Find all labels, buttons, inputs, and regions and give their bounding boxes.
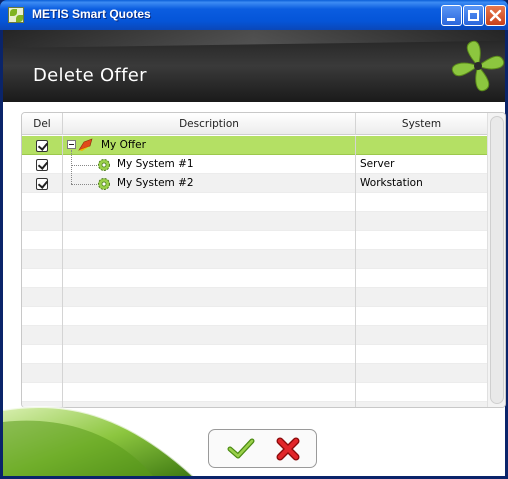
app-window: METIS Smart Quotes Delete Offer Del Desc… xyxy=(0,0,508,479)
empty-row xyxy=(22,383,487,402)
window-title: METIS Smart Quotes xyxy=(32,7,151,21)
table-row[interactable]: My System #1 Server xyxy=(22,150,487,174)
delete-checkbox[interactable] xyxy=(36,140,48,152)
decorative-swoosh xyxy=(3,405,194,476)
minimize-button[interactable] xyxy=(441,5,462,26)
offer-folder-icon xyxy=(78,138,93,151)
cancel-button[interactable] xyxy=(274,436,302,462)
dialog-body: Del Description System My Offer My Syste… xyxy=(3,102,506,476)
offer-grid: Del Description System My Offer My Syste… xyxy=(21,112,506,408)
tree-item-label: My System #2 xyxy=(117,177,194,189)
scrollbar-thumb[interactable] xyxy=(490,116,504,404)
column-header-system[interactable]: System xyxy=(356,113,487,135)
system-cell: Server xyxy=(360,158,395,170)
column-header-description[interactable]: Description xyxy=(63,113,356,135)
empty-row xyxy=(22,307,487,326)
system-gear-icon xyxy=(98,159,110,171)
empty-row xyxy=(22,250,487,269)
table-row[interactable]: My Offer xyxy=(22,136,487,155)
confirm-button[interactable] xyxy=(227,436,255,462)
empty-row xyxy=(22,193,487,212)
empty-row xyxy=(22,364,487,383)
x-icon xyxy=(276,437,300,461)
empty-row xyxy=(22,231,487,250)
maximize-icon xyxy=(468,10,479,21)
page-title: Delete Offer xyxy=(33,65,147,86)
vertical-scrollbar[interactable] xyxy=(487,113,505,407)
collapse-toggle[interactable] xyxy=(67,140,76,149)
tree-item-label: My System #1 xyxy=(117,158,194,170)
action-button-group xyxy=(208,429,317,468)
grid-header: Del Description System xyxy=(22,113,487,135)
close-button[interactable] xyxy=(485,5,506,26)
table-row[interactable]: My System #2 Workstation xyxy=(22,169,487,193)
maximize-button[interactable] xyxy=(463,5,484,26)
empty-row xyxy=(22,345,487,364)
empty-row xyxy=(22,269,487,288)
empty-row xyxy=(22,326,487,345)
empty-row xyxy=(22,288,487,307)
system-cell xyxy=(356,136,487,155)
close-icon xyxy=(489,9,502,22)
titlebar[interactable]: METIS Smart Quotes xyxy=(0,0,508,30)
system-cell: Workstation xyxy=(360,177,423,189)
app-icon[interactable] xyxy=(8,7,24,23)
column-header-del[interactable]: Del xyxy=(22,113,63,135)
system-gear-icon xyxy=(98,178,110,190)
checkmark-icon xyxy=(227,438,255,459)
empty-row xyxy=(22,212,487,231)
minimize-icon xyxy=(447,18,455,21)
tree-item-label: My Offer xyxy=(101,139,146,151)
metis-logo-icon xyxy=(451,40,505,92)
delete-checkbox[interactable] xyxy=(36,159,48,171)
delete-checkbox[interactable] xyxy=(36,178,48,190)
page-header: Delete Offer xyxy=(3,30,505,102)
grid-rows: My Offer My System #1 Server My System #… xyxy=(22,136,487,407)
